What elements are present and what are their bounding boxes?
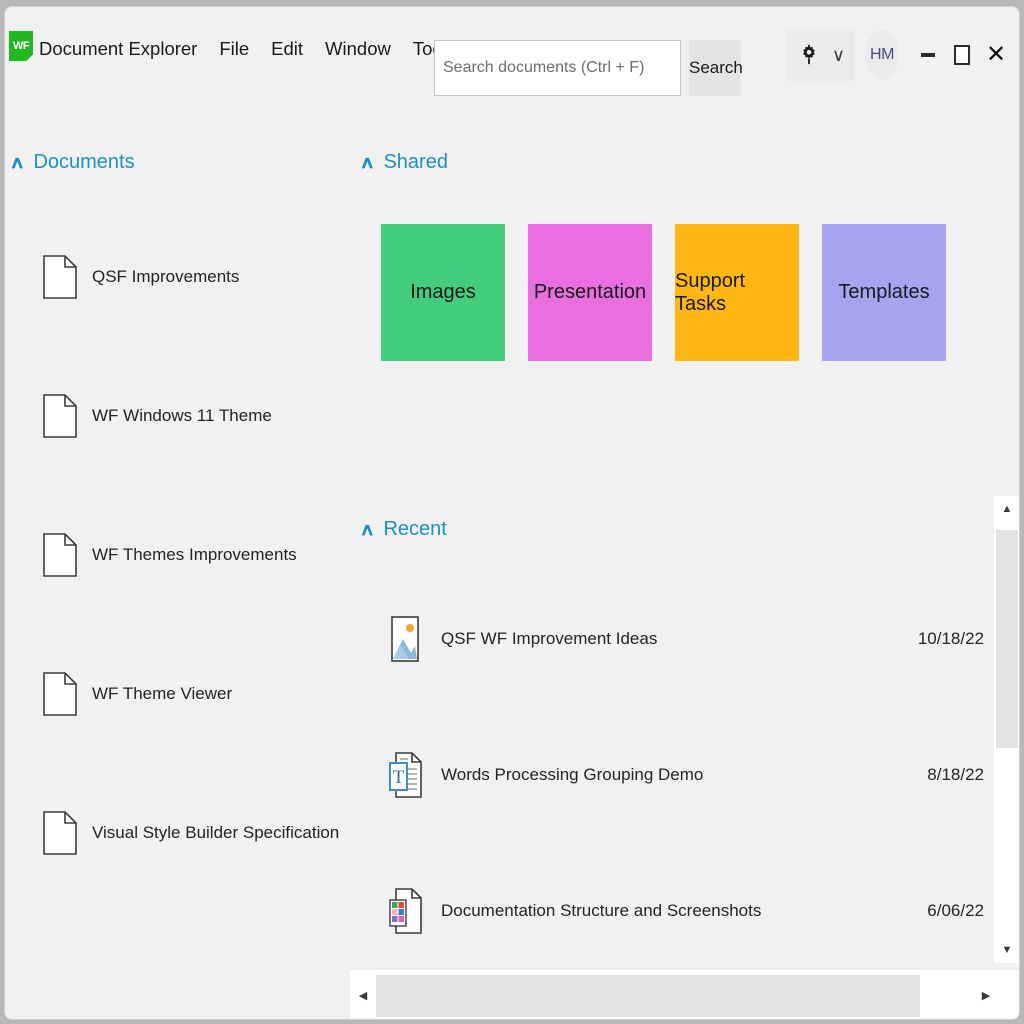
recent-item-words-processing-grouping-demo[interactable]: T Words Processing Grouping Demo 8/18/22 xyxy=(350,707,990,843)
menu-item-window[interactable]: Window xyxy=(314,35,402,63)
sidebar-item-visual-style-builder-specification[interactable]: Visual Style Builder Specification xyxy=(5,763,350,902)
document-icon xyxy=(43,810,77,855)
menu-item-edit[interactable]: Edit xyxy=(260,35,314,63)
sidebar-item-label: WF Theme Viewer xyxy=(92,683,233,703)
shared-tiles: Images Presentation Support Tasks Templa… xyxy=(381,224,946,361)
shared-section-title: Shared xyxy=(383,151,448,173)
shared-tile-presentation[interactable]: Presentation xyxy=(528,224,652,361)
maximize-button[interactable] xyxy=(945,33,979,77)
caret-up-icon: ▲ xyxy=(1001,502,1013,515)
settings-menu[interactable]: ∨ xyxy=(785,29,855,81)
text-document-icon: T xyxy=(388,751,426,799)
shared-section-header[interactable]: ∧ Shared xyxy=(359,151,448,174)
caret-up-icon[interactable]: ∧ xyxy=(9,153,25,173)
recent-item-label: Words Processing Grouping Demo xyxy=(441,765,704,784)
recent-item-date: 6/06/22 xyxy=(927,901,984,920)
sidebar-item-wf-windows-11-theme[interactable]: WF Windows 11 Theme xyxy=(5,346,350,485)
recent-list: QSF WF Improvement Ideas 10/18/22 T Word… xyxy=(350,571,990,979)
application-window: WF Document Explorer File Edit Window To… xyxy=(4,6,1020,1020)
document-icon xyxy=(43,532,77,577)
document-icon xyxy=(43,254,77,299)
recent-item-date: 10/18/22 xyxy=(917,629,984,648)
image-file-icon xyxy=(388,615,426,663)
gear-icon[interactable] xyxy=(798,44,820,66)
palette-document-icon xyxy=(388,887,426,935)
minimize-button[interactable] xyxy=(911,33,945,77)
sidebar-item-label: WF Themes Improvements xyxy=(92,544,297,564)
avatar[interactable]: HM xyxy=(865,30,899,80)
shared-tile-label: Presentation xyxy=(533,281,647,303)
scroll-up-button[interactable]: ▲ xyxy=(994,496,1019,522)
vertical-scrollbar-thumb[interactable] xyxy=(996,530,1018,748)
caret-down-icon: ▼ xyxy=(1001,943,1013,956)
caret-up-icon[interactable]: ∧ xyxy=(359,520,375,540)
shared-tile-label: Images xyxy=(410,281,476,303)
documents-section-header[interactable]: ∧ Documents xyxy=(9,151,135,174)
search-input[interactable] xyxy=(434,40,681,96)
sidebar: ∧ Documents QSF Improvements WF Windows … xyxy=(5,101,350,1019)
horizontal-scrollbar[interactable]: ◀ ▶ xyxy=(350,969,1019,1019)
vertical-scrollbar[interactable]: ▲ ▼ xyxy=(993,496,1019,963)
search-button[interactable]: Search xyxy=(689,40,743,96)
scroll-down-button[interactable]: ▼ xyxy=(994,937,1019,963)
close-button[interactable]: ✕ xyxy=(979,33,1013,77)
menu-item-document-explorer[interactable]: Document Explorer xyxy=(35,35,208,63)
maximize-icon xyxy=(954,45,970,65)
horizontal-scrollbar-thumb[interactable] xyxy=(376,975,920,1017)
sidebar-item-label: Visual Style Builder Specification xyxy=(92,822,340,842)
sidebar-item-qsf-improvements[interactable]: QSF Improvements xyxy=(5,207,350,346)
sidebar-item-wf-themes-improvements[interactable]: WF Themes Improvements xyxy=(5,485,350,624)
sidebar-item-wf-theme-viewer[interactable]: WF Theme Viewer xyxy=(5,624,350,763)
shared-tile-label: Support Tasks xyxy=(675,269,746,315)
caret-left-icon: ◀ xyxy=(358,989,368,1002)
window-body: ∧ Documents QSF Improvements WF Windows … xyxy=(5,101,1019,1019)
app-logo-icon: WF xyxy=(9,31,33,61)
recent-item-qsf-wf-improvement-ideas[interactable]: QSF WF Improvement Ideas 10/18/22 xyxy=(350,571,990,707)
svg-text:T: T xyxy=(393,767,405,788)
recent-section-title: Recent xyxy=(383,518,447,540)
scroll-left-button[interactable]: ◀ xyxy=(350,970,376,1019)
menu-item-file[interactable]: File xyxy=(208,35,260,63)
sidebar-item-label: WF Windows 11 Theme xyxy=(92,405,272,425)
sidebar-item-label: QSF Improvements xyxy=(92,266,240,286)
scroll-right-button[interactable]: ▶ xyxy=(973,970,999,1019)
main-panel: ∧ Shared Images Presentation Support Tas… xyxy=(350,101,1019,1019)
search-area: Search xyxy=(434,40,743,96)
close-icon: ✕ xyxy=(985,41,1007,68)
recent-item-label: Documentation Structure and Screenshots xyxy=(441,901,762,920)
caret-up-icon[interactable]: ∧ xyxy=(359,153,375,173)
window-controls: ∨ HM ✕ xyxy=(785,29,1019,81)
documents-list: QSF Improvements WF Windows 11 Theme WF … xyxy=(5,207,350,902)
title-bar: WF Document Explorer File Edit Window To… xyxy=(5,7,1019,101)
documents-section-title: Documents xyxy=(33,151,135,173)
caret-right-icon: ▶ xyxy=(981,989,991,1002)
recent-item-date: 8/18/22 xyxy=(927,765,984,784)
shared-tile-support-tasks[interactable]: Support Tasks xyxy=(675,224,799,361)
shared-tile-images[interactable]: Images xyxy=(381,224,505,361)
recent-item-documentation-structure-and-screenshots[interactable]: Documentation Structure and Screenshots … xyxy=(350,843,990,979)
chevron-down-icon[interactable]: ∨ xyxy=(832,46,845,64)
shared-tile-templates[interactable]: Templates xyxy=(822,224,946,361)
shared-tile-label: Templates xyxy=(838,281,930,303)
recent-item-label: QSF WF Improvement Ideas xyxy=(441,629,658,648)
document-icon xyxy=(43,393,77,438)
recent-section-header[interactable]: ∧ Recent xyxy=(359,518,447,541)
document-icon xyxy=(43,671,77,716)
menu-bar: Document Explorer File Edit Window Tools xyxy=(35,35,467,63)
minimize-icon xyxy=(921,53,935,57)
